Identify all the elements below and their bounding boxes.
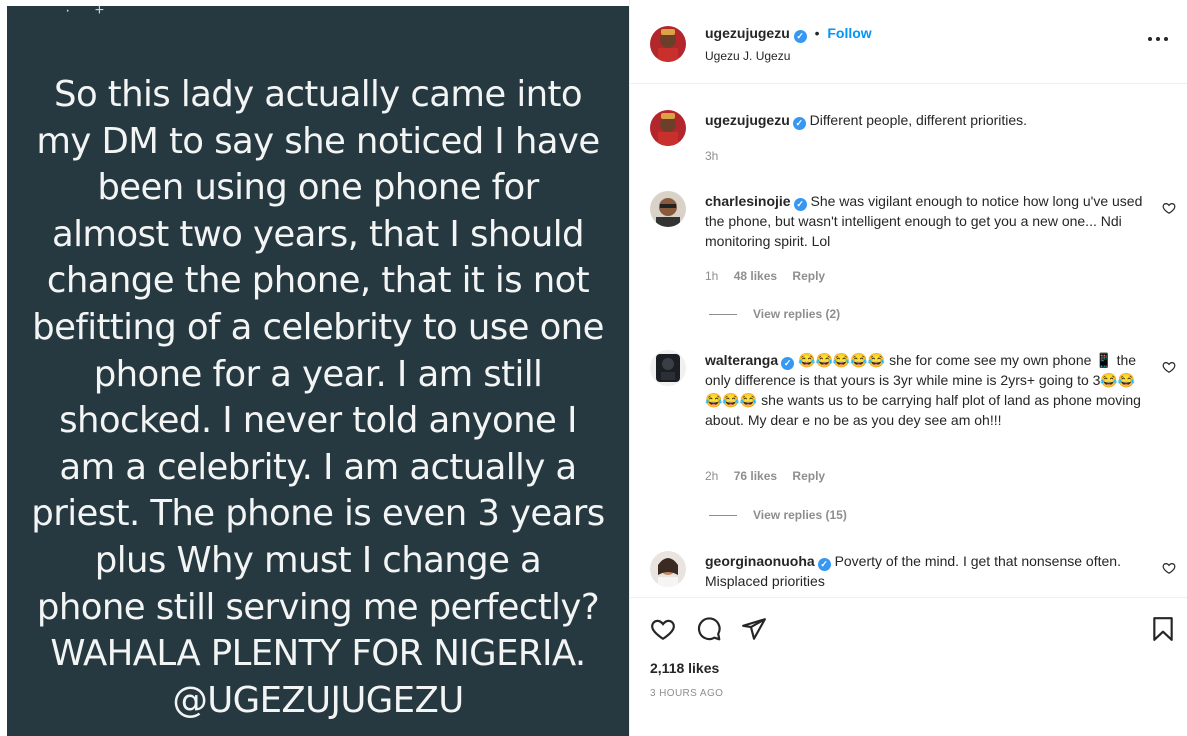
verified-badge-icon: ✓ — [793, 198, 807, 211]
comments-list[interactable]: ugezujugezu ✓ Different people, different… — [630, 85, 1187, 597]
replies-line-divider — [709, 515, 737, 517]
verified-badge-icon: ✓ — [792, 117, 806, 130]
caption-time: 3h — [705, 149, 719, 163]
view-replies-button[interactable]: View replies (15) — [709, 508, 847, 522]
author-avatar[interactable] — [650, 26, 686, 62]
comment-likes[interactable]: 76 likes — [734, 469, 777, 483]
author-username[interactable]: ugezujugezu — [705, 25, 790, 41]
comment-likes[interactable]: 48 likes — [734, 269, 777, 283]
post-timestamp[interactable]: 3 HOURS AGO — [650, 688, 723, 699]
like-heart-icon[interactable] — [650, 616, 676, 642]
post-image-text: So this lady actually came into my DM to… — [31, 74, 605, 721]
comment-username[interactable]: walteranga — [705, 352, 778, 368]
more-options-icon[interactable] — [1146, 32, 1170, 44]
reply-button[interactable]: Reply — [792, 269, 825, 283]
post-like-count[interactable]: 2,118 likes — [650, 660, 719, 676]
post-header: ugezujugezu ✓ • Follow Ugezu J. Ugezu — [630, 0, 1187, 84]
comment-avatar[interactable] — [650, 551, 686, 587]
comment-username[interactable]: charlesinojie — [705, 193, 791, 209]
image-edge-decoration: · + — [65, 2, 115, 19]
like-comment-heart-icon[interactable] — [1162, 360, 1176, 374]
verified-badge-icon: ✓ — [781, 357, 795, 370]
comment-meta: 2h 76 likes Reply — [705, 469, 837, 483]
share-paper-plane-icon[interactable] — [741, 616, 767, 642]
save-bookmark-icon[interactable] — [1150, 616, 1176, 642]
post-image[interactable]: · + So this lady actually came into my D… — [7, 2, 629, 736]
comment-time: 1h — [705, 269, 719, 283]
separator-dot: • — [814, 25, 820, 41]
caption-meta: 3h — [705, 149, 730, 163]
caption-username[interactable]: ugezujugezu — [705, 112, 790, 128]
like-comment-heart-icon[interactable] — [1162, 201, 1176, 215]
view-replies-label: View replies (2) — [753, 307, 841, 321]
comment-body: walteranga ✓ 😂😂😂😂😂 she for come see my ow… — [705, 350, 1145, 430]
post-side-panel: ugezujugezu ✓ • Follow Ugezu J. Ugezu ug… — [629, 0, 1187, 736]
comment-time: 2h — [705, 469, 719, 483]
view-replies-button[interactable]: View replies (2) — [709, 307, 840, 321]
reply-button[interactable]: Reply — [792, 469, 825, 483]
caption-text: Different people, different priorities. — [809, 112, 1028, 128]
comment-username[interactable]: georginaonuoha — [705, 553, 815, 569]
post-actions: 2,118 likes 3 HOURS AGO — [630, 597, 1187, 736]
comment-body: georginaonuoha ✓ Poverty of the mind. I g… — [705, 551, 1145, 591]
like-comment-heart-icon[interactable] — [1162, 561, 1176, 575]
author-full-name: Ugezu J. Ugezu — [705, 49, 791, 63]
header-user-line: ugezujugezu ✓ • Follow — [705, 25, 872, 43]
post-media: · + So this lady actually came into my D… — [0, 0, 629, 736]
comment-bubble-icon[interactable] — [696, 616, 722, 642]
view-replies-label: View replies (15) — [753, 508, 847, 522]
caption-body: ugezujugezu ✓ Different people, different… — [705, 110, 1145, 130]
follow-button[interactable]: Follow — [827, 25, 871, 41]
comment-meta: 1h 48 likes Reply — [705, 269, 837, 283]
comment-avatar[interactable] — [650, 350, 686, 386]
comment-avatar[interactable] — [650, 191, 686, 227]
caption-avatar[interactable] — [650, 110, 686, 146]
replies-line-divider — [709, 314, 737, 316]
verified-badge-icon: ✓ — [817, 558, 831, 571]
comment-body: charlesinojie ✓ She was vigilant enough t… — [705, 191, 1145, 251]
verified-badge-icon: ✓ — [793, 30, 807, 43]
